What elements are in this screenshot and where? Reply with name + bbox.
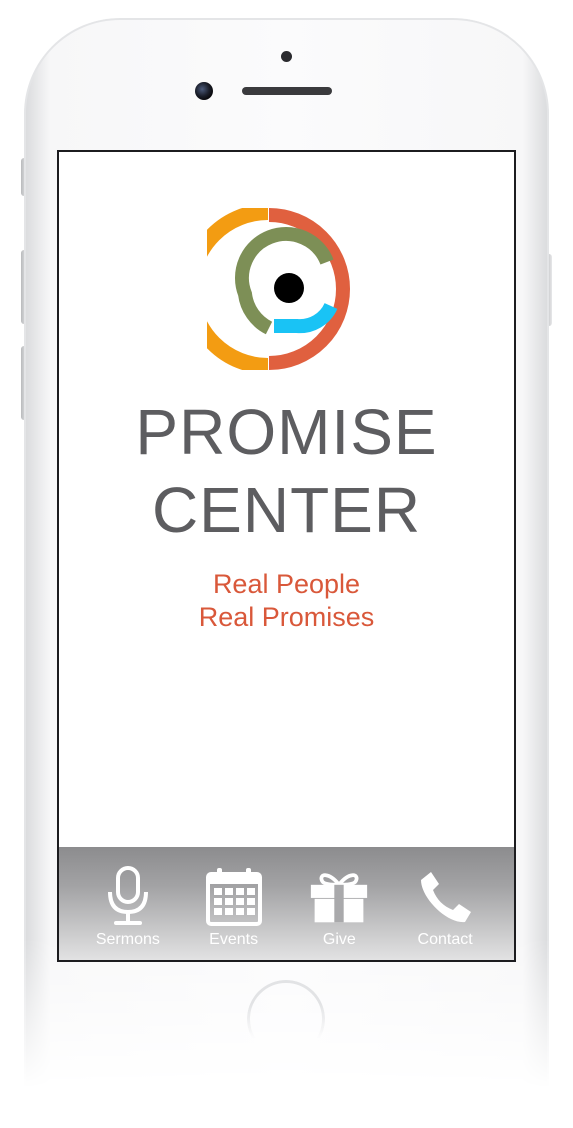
tab-sermons-label: Sermons <box>95 931 160 948</box>
tab-give[interactable]: Give <box>289 864 389 948</box>
promise-center-logo <box>183 204 369 374</box>
gift-icon <box>309 864 369 926</box>
earpiece-speaker <box>242 87 332 95</box>
device-mockup: PROMISE CENTER Real People Real Promises… <box>0 0 573 1128</box>
calendar-icon <box>204 864 264 926</box>
home-button[interactable] <box>247 980 325 1058</box>
tagline-line1: Real People <box>212 569 361 599</box>
tab-contact-label: Contact <box>417 931 473 948</box>
tab-contact[interactable]: Contact <box>395 864 495 948</box>
proximity-sensor <box>281 51 292 62</box>
tab-events-label: Events <box>209 931 259 948</box>
microphone-icon <box>98 864 158 926</box>
tab-give-label: Give <box>322 931 356 948</box>
brand-title-line1: PROMISE <box>135 396 438 468</box>
front-camera <box>195 82 213 100</box>
brand-title-line2: CENTER <box>151 474 422 546</box>
tab-sermons[interactable]: Sermons <box>78 864 178 948</box>
tagline-line2: Real Promises <box>198 602 375 632</box>
tab-events[interactable]: Events <box>184 864 284 948</box>
phone-icon <box>415 864 475 926</box>
app-screen: PROMISE CENTER Real People Real Promises… <box>57 150 516 962</box>
bottom-tab-bar: Sermons Events Give Contact <box>59 847 514 960</box>
